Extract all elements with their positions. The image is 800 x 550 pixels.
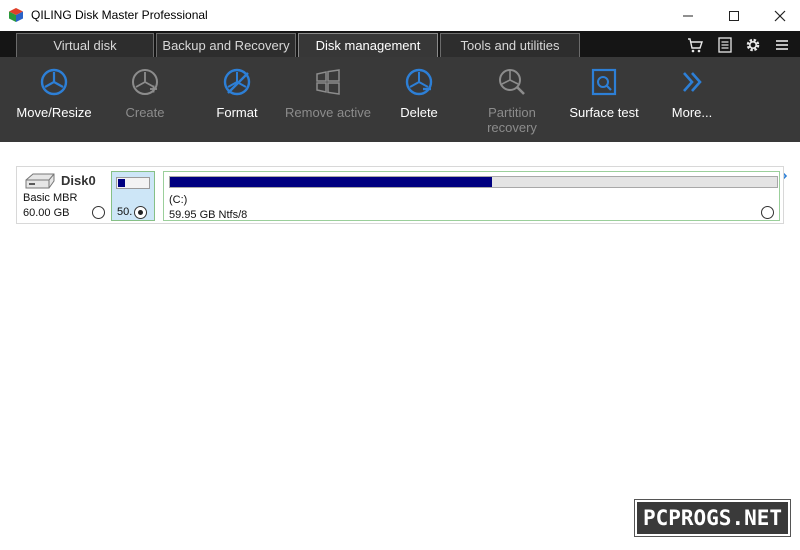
maximize-icon (729, 10, 739, 21)
tool-label: Format (216, 105, 258, 120)
cart-icon[interactable] (686, 36, 704, 54)
menu-icon[interactable] (773, 36, 791, 54)
disk-type: Basic MBR (23, 192, 78, 204)
close-icon (774, 10, 786, 21)
disk-radio[interactable] (92, 206, 105, 219)
move-resize-button[interactable]: Move/Resize (8, 67, 100, 137)
main-tab-strip: Virtual disk Backup and Recovery Disk ma… (0, 31, 800, 57)
tab-label: Virtual disk (53, 38, 117, 53)
tab-label: Tools and utilities (460, 38, 560, 53)
delete-button[interactable]: Delete (373, 67, 465, 137)
minimize-button[interactable] (665, 0, 711, 31)
hard-disk-icon (25, 173, 55, 189)
tab-disk-management[interactable]: Disk management (298, 33, 438, 57)
remove-active-button[interactable]: Remove active (282, 67, 374, 137)
app-logo-icon (9, 8, 23, 22)
format-button[interactable]: Format (191, 67, 283, 137)
disk-size: 60.00 GB (23, 207, 70, 219)
partition-drive-letter: (C:) (169, 194, 188, 206)
tab-label: Disk management (315, 38, 421, 53)
partition-radio-selected[interactable] (134, 206, 147, 219)
tool-label: Delete (400, 105, 438, 120)
partition-size-filesystem: 59.95 GB Ntfs/8 (169, 209, 248, 221)
close-button[interactable] (757, 0, 800, 31)
partition-usage-bar (169, 176, 778, 188)
minimize-icon (683, 15, 693, 16)
list-icon[interactable] (716, 36, 734, 54)
partition-size-label: 50. (117, 206, 133, 218)
disk-info[interactable]: Disk0 Basic MBR 60.00 GB (17, 167, 109, 223)
tool-label: Create (125, 105, 165, 120)
partition-usage-bar (116, 177, 150, 189)
tool-label: More... (671, 105, 713, 120)
move-resize-icon (40, 68, 68, 96)
tab-label: Backup and Recovery (162, 38, 290, 53)
partition-radio[interactable] (761, 206, 774, 219)
surface-test-button[interactable]: Surface test (558, 67, 650, 137)
delete-icon (405, 68, 433, 96)
more-button[interactable]: More... (646, 67, 738, 137)
partition-c[interactable]: (C:) 59.95 GB Ntfs/8 (163, 171, 780, 221)
tab-tools-and-utilities[interactable]: Tools and utilities (440, 33, 580, 57)
disk-toolbar: Move/Resize Create Format Remove active … (0, 57, 800, 186)
disk-row[interactable]: Disk0 Basic MBR 60.00 GB 50. (C:) 59.95 … (16, 166, 784, 224)
tab-backup-and-recovery[interactable]: Backup and Recovery (156, 33, 296, 57)
tool-label: Partition recovery (487, 105, 537, 135)
tool-label: Remove active (285, 105, 371, 120)
maximize-button[interactable] (711, 0, 757, 31)
more-icon (683, 72, 702, 92)
window-title: QILING Disk Master Professional (31, 8, 208, 22)
create-icon (132, 69, 158, 95)
tool-label: Surface test (569, 105, 639, 120)
watermark: PCPROGS.NET (634, 499, 791, 537)
create-button[interactable]: Create (99, 67, 191, 137)
partition-reserved[interactable]: 50. (111, 171, 155, 221)
title-bar: QILING Disk Master Professional (0, 0, 800, 31)
tab-virtual-disk[interactable]: Virtual disk (16, 33, 154, 57)
partition-usage-fill (170, 177, 492, 187)
gear-icon[interactable] (744, 36, 762, 54)
format-icon (223, 68, 251, 96)
partition-recovery-icon (499, 69, 525, 95)
tool-label: Move/Resize (16, 105, 92, 120)
surface-test-icon (591, 68, 617, 96)
partition-recovery-button[interactable]: Partition recovery (466, 67, 558, 137)
partition-usage-fill (118, 179, 125, 187)
remove-active-icon (316, 69, 340, 95)
disk-name: Disk0 (61, 173, 96, 188)
